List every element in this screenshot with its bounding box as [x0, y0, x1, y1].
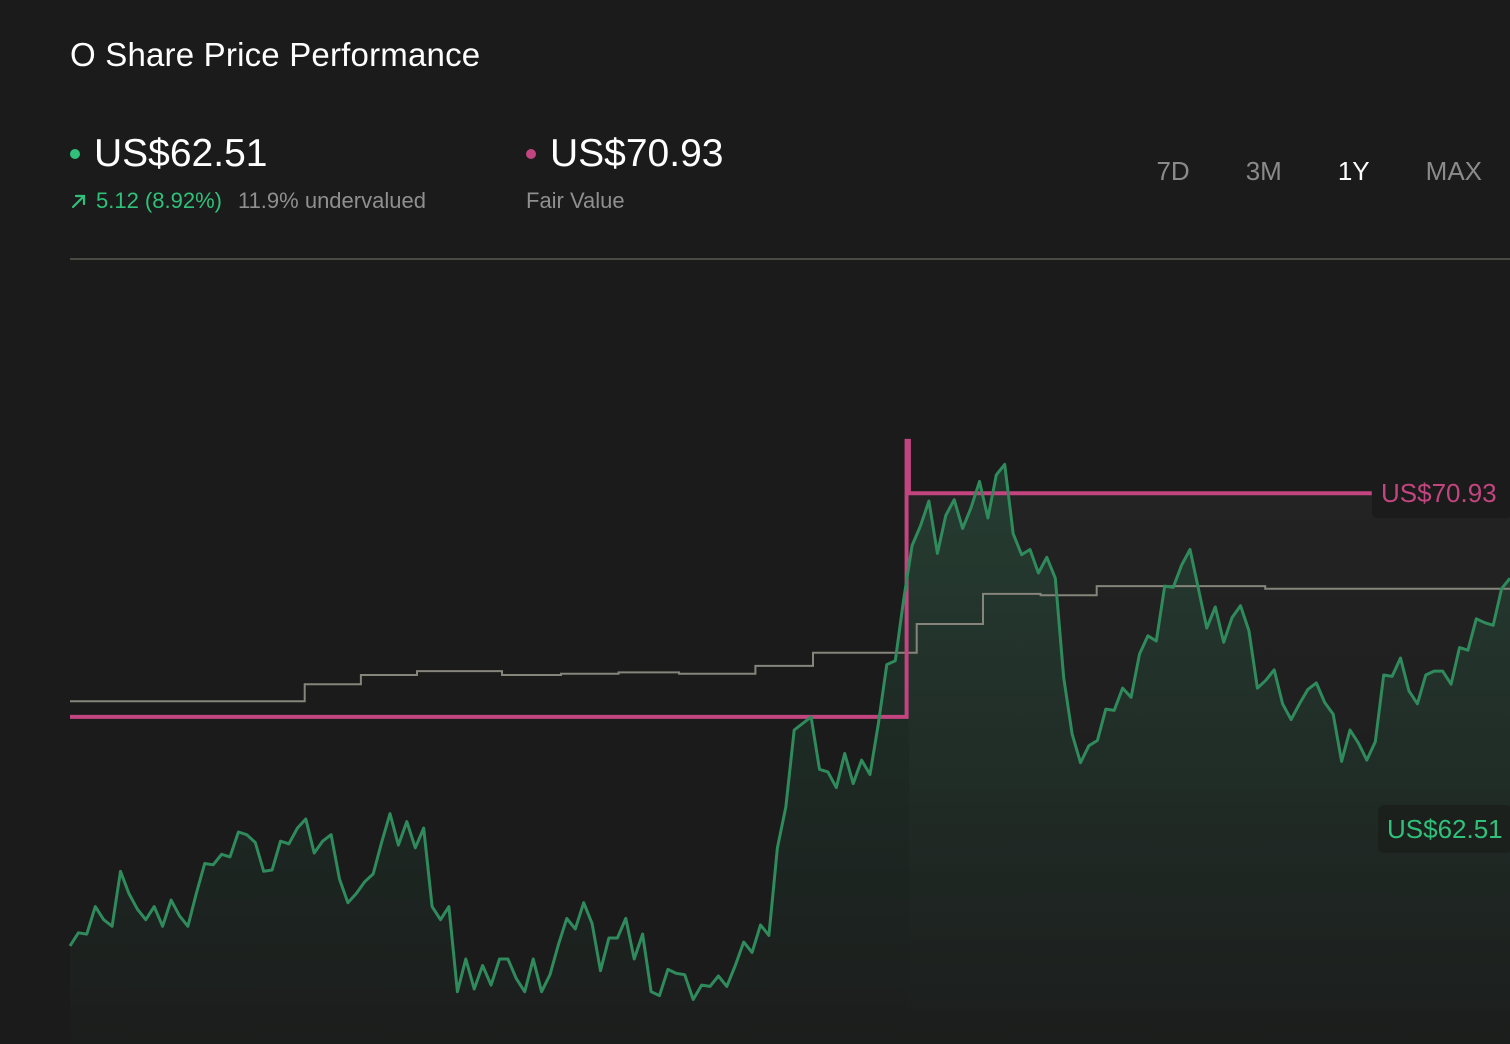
price-chart-label: US$62.51 — [1387, 814, 1503, 844]
price-chart: US$70.93 US$62.51 — [68, 258, 1510, 1044]
fair-value-chart-label: US$70.93 — [1381, 478, 1497, 508]
